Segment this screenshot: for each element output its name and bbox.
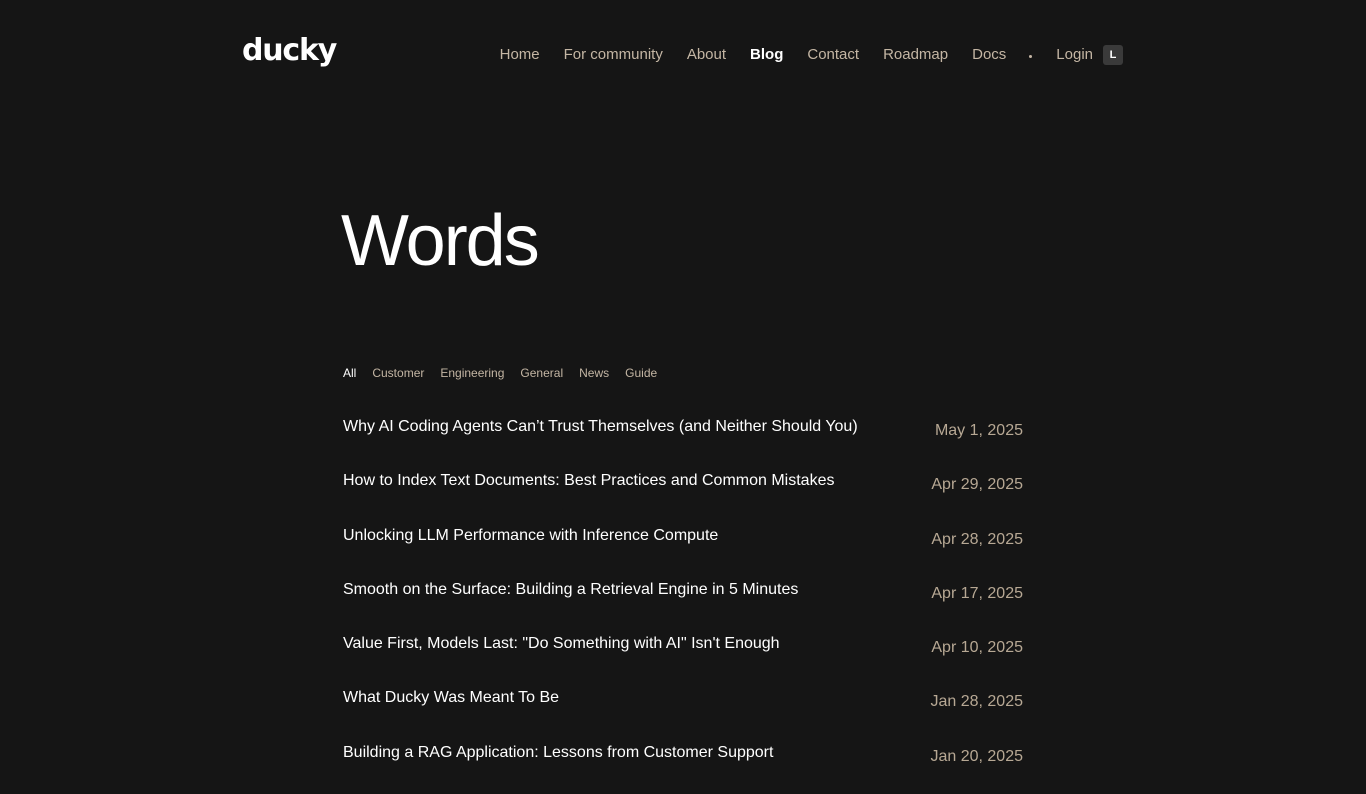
post-item[interactable]: Value First, Models Last: "Do Something … <box>343 631 1023 685</box>
post-item[interactable]: How to Index Text Documents: Best Practi… <box>343 468 1023 522</box>
post-date: Apr 28, 2025 <box>931 530 1023 548</box>
main-nav: Home For community About Blog Contact Ro… <box>500 44 1123 66</box>
post-title[interactable]: How to Index Text Documents: Best Practi… <box>343 470 834 492</box>
post-title[interactable]: What Ducky Was Meant To Be <box>343 687 559 709</box>
post-item[interactable]: What Ducky Was Meant To Be Jan 28, 2025 <box>343 685 1023 739</box>
nav-contact[interactable]: Contact <box>807 45 859 65</box>
post-date: Apr 10, 2025 <box>931 639 1023 657</box>
nav-separator-dot <box>1029 55 1033 58</box>
login-link[interactable]: Login <box>1056 45 1093 65</box>
nav-docs[interactable]: Docs <box>972 45 1006 65</box>
ducky-logo[interactable]: ducky <box>242 33 337 69</box>
filter-all[interactable]: All <box>343 365 356 381</box>
post-title[interactable]: Why AI Coding Agents Can’t Trust Themsel… <box>343 416 858 438</box>
login-shortcut-key: L <box>1103 45 1123 65</box>
post-date: May 1, 2025 <box>934 422 1023 439</box>
nav-for-community[interactable]: For community <box>564 45 663 65</box>
filter-customer[interactable]: Customer <box>372 365 424 381</box>
filter-general[interactable]: General <box>520 365 563 381</box>
category-filters: All Customer Engineering General News Gu… <box>343 365 673 381</box>
nav-roadmap[interactable]: Roadmap <box>883 45 948 65</box>
post-item[interactable]: Building a RAG Application: Lessons from… <box>343 740 1023 794</box>
nav-home[interactable]: Home <box>500 45 540 65</box>
post-item[interactable]: Smooth on the Surface: Building a Retrie… <box>343 577 1023 631</box>
page-title: Words <box>341 201 540 281</box>
post-date: Jan 20, 2025 <box>930 747 1023 765</box>
filter-engineering[interactable]: Engineering <box>440 365 504 381</box>
post-title[interactable]: Building a RAG Application: Lessons from… <box>343 742 773 764</box>
post-list: Why AI Coding Agents Can’t Trust Themsel… <box>343 414 1023 794</box>
post-title[interactable]: Value First, Models Last: "Do Something … <box>343 633 780 655</box>
site-header: ducky Home For community About Blog Cont… <box>0 0 1366 110</box>
nav-blog[interactable]: Blog <box>750 45 783 65</box>
post-item[interactable]: Unlocking LLM Performance with Inference… <box>343 523 1023 577</box>
post-item[interactable]: Why AI Coding Agents Can’t Trust Themsel… <box>343 414 1023 468</box>
post-date: Jan 28, 2025 <box>930 693 1023 711</box>
post-date: Apr 17, 2025 <box>931 584 1023 602</box>
post-date: Apr 29, 2025 <box>931 476 1023 494</box>
nav-about[interactable]: About <box>687 45 726 65</box>
filter-guide[interactable]: Guide <box>625 365 657 381</box>
post-title[interactable]: Unlocking LLM Performance with Inference… <box>343 525 718 547</box>
filter-news[interactable]: News <box>579 365 609 381</box>
post-title[interactable]: Smooth on the Surface: Building a Retrie… <box>343 579 798 601</box>
